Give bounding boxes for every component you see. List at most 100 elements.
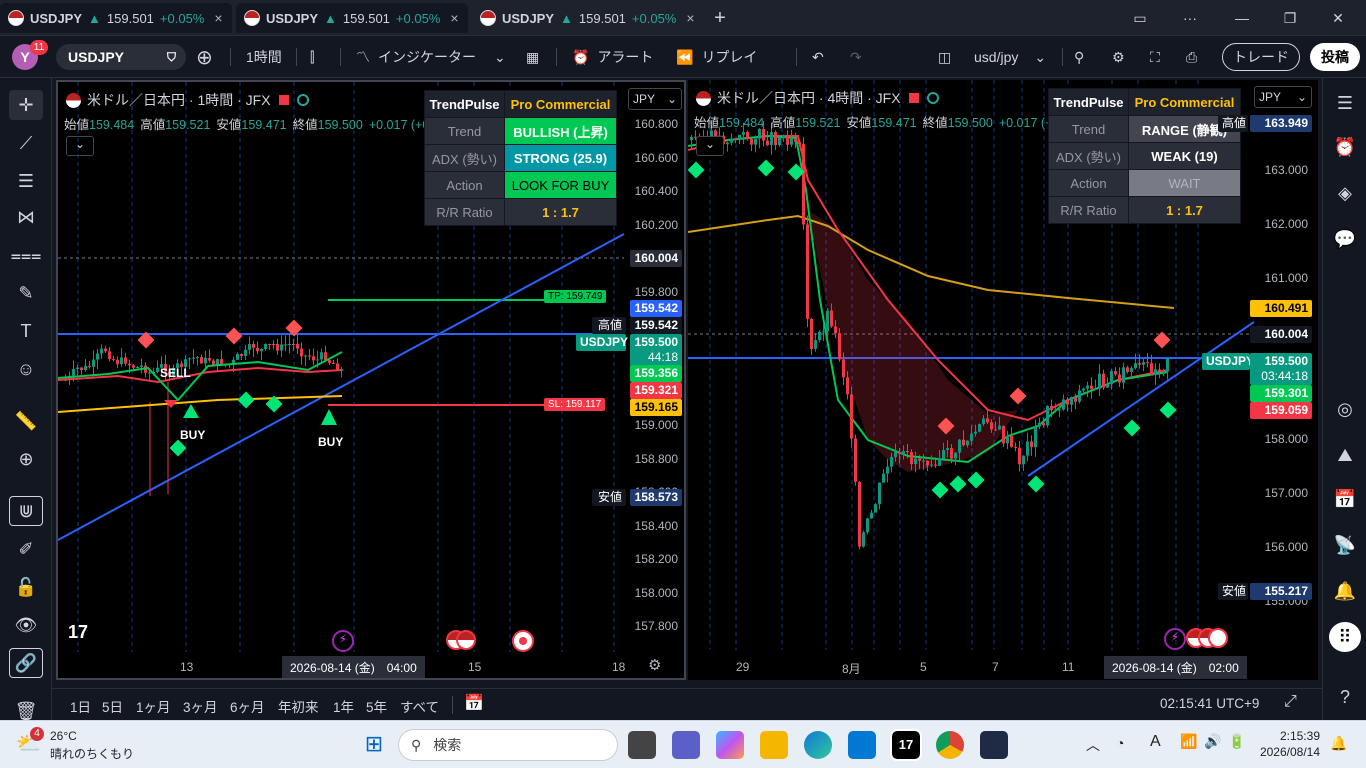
trade-button[interactable]: トレード [1222, 43, 1300, 71]
candle-type-icon[interactable]: ⫿ [310, 36, 314, 78]
taskbar-date[interactable]: 2026/08/14 [1254, 745, 1320, 759]
wifi-icon[interactable]: 📶 [1180, 733, 1197, 750]
camera-icon[interactable]: ⎙ [1186, 36, 1197, 78]
measure-icon[interactable]: 📏 [9, 406, 43, 436]
ruler-lines-icon[interactable]: ⩶ [9, 240, 43, 270]
axis-settings-icon[interactable]: ⚙ [648, 656, 661, 674]
tab-2[interactable]: USDJPY ▲ 159.501 +0.05% × [236, 3, 468, 33]
range-3m[interactable]: 3ヶ月 [183, 696, 218, 716]
taskbar-time[interactable]: 2:15:39 [1262, 729, 1320, 743]
interval-button[interactable]: 1時間 [246, 36, 282, 78]
help-icon[interactable]: ? [1329, 682, 1361, 712]
currency-select[interactable]: JPY ⌄ [1254, 86, 1312, 108]
lock-draw-icon[interactable]: ✐ [9, 534, 43, 564]
trendline-icon[interactable]: ⟋ [9, 128, 43, 158]
add-symbol-icon[interactable]: ⊕ [196, 36, 213, 78]
indicators-button[interactable]: 〽インジケーター ⌄ [356, 36, 506, 78]
expand-icon[interactable]: ⤢ [1284, 693, 1297, 711]
range-1y[interactable]: 1年 [333, 696, 354, 716]
battery-icon[interactable]: 🔋 [1228, 733, 1245, 750]
close-tab-icon[interactable]: × [686, 10, 694, 26]
edge-icon[interactable] [804, 731, 832, 759]
close-window-icon[interactable]: ✕ [1318, 0, 1358, 36]
date-range-icon[interactable]: 📅 [464, 693, 484, 713]
layout-name-button[interactable]: usd/jpy ⌄ [974, 36, 1046, 78]
app-icon[interactable] [980, 731, 1008, 759]
tray-chevron-icon[interactable]: ︿ [1086, 735, 1100, 755]
more-icon[interactable]: ··· [1170, 0, 1210, 36]
maximize-icon[interactable]: ❐ [1270, 0, 1310, 36]
apps-icon[interactable]: ⠿ [1329, 622, 1361, 652]
currency-select[interactable]: JPY ⌄ [628, 88, 682, 110]
utc-clock[interactable]: 02:15:41 UTC+9 [1160, 696, 1259, 711]
pattern-icon[interactable]: ⋈ [9, 202, 43, 232]
broadcast-icon[interactable]: 📡 [1329, 530, 1361, 560]
alerts-clock-icon[interactable]: ⏰ [1329, 132, 1361, 162]
teams-icon[interactable] [672, 731, 700, 759]
tradingview-app-icon[interactable]: 17 [890, 729, 922, 761]
lightning-event-icon[interactable]: ⚡ [332, 630, 354, 652]
replay-button[interactable]: ⏪ リプレイ [676, 36, 757, 78]
magnet-icon[interactable]: ⋓ [9, 496, 43, 526]
fib-icon[interactable]: ☰ [9, 166, 43, 196]
volume-icon[interactable]: 🔊 [1204, 733, 1221, 750]
settings-icon[interactable]: ⚙ [1112, 36, 1125, 78]
tray-network-icon[interactable]: ◔ [1116, 735, 1124, 751]
taskbar-search[interactable]: ⚲ 検索 [398, 729, 618, 761]
file-explorer-icon[interactable] [760, 731, 788, 759]
zoom-icon[interactable]: ⊕ [9, 444, 43, 474]
link-icon[interactable]: 🔗 [9, 648, 43, 678]
chat-icon[interactable]: 💬 [1329, 224, 1361, 254]
japan-event-icon[interactable] [512, 630, 534, 652]
collapse-legend-button[interactable]: ⌄ [696, 136, 724, 156]
lock-icon[interactable]: 🔓 [9, 572, 43, 602]
split-layout-icon[interactable]: ◫ [938, 36, 951, 78]
symbol-search[interactable]: USDJPY ⛉ [56, 44, 186, 70]
lightning-event-icon[interactable]: ⚡ [1164, 628, 1186, 650]
economic-event-icon[interactable] [1186, 628, 1230, 650]
compass-icon[interactable]: ◎ [1329, 394, 1361, 424]
eye-icon[interactable]: 👁 [9, 610, 43, 640]
alert-button[interactable]: ⏰ アラート [572, 36, 653, 78]
monitor-icon[interactable]: ▭ [1120, 0, 1160, 36]
tab-3[interactable]: USDJPY ▲ 159.501 +0.05% × [472, 3, 704, 33]
economic-event-icon[interactable] [446, 630, 478, 652]
layers-icon[interactable]: ◈ [1329, 178, 1361, 208]
store-icon[interactable] [848, 731, 876, 759]
range-ytd[interactable]: 年初来 [278, 696, 319, 716]
windows-start-icon[interactable]: ⊞ [360, 731, 388, 759]
tab-1[interactable]: USDJPY ▲ 159.501 +0.05% × [0, 3, 232, 33]
close-tab-icon[interactable]: × [214, 10, 222, 26]
close-tab-icon[interactable]: × [450, 10, 458, 26]
crosshair-icon[interactable]: ✛ [9, 90, 43, 120]
bell-icon[interactable]: 🔔 [1329, 576, 1361, 606]
range-5y[interactable]: 5年 [366, 696, 387, 716]
new-tab-icon[interactable]: + [700, 0, 740, 36]
redo-icon[interactable]: ↷ [850, 36, 862, 78]
calendar-icon[interactable]: 📅 [1329, 484, 1361, 514]
chart-pane-1h[interactable]: 米ドル／日本円 · 1時間 · JFX 始値159.484 高値159.521 安値… [56, 80, 686, 680]
brush-icon[interactable]: ✎ [9, 278, 43, 308]
emoji-icon[interactable]: ☺ [9, 354, 43, 384]
range-all[interactable]: すべて [400, 696, 439, 716]
range-6m[interactable]: 6ヶ月 [230, 696, 265, 716]
flag-marker-icon[interactable] [908, 93, 919, 103]
undo-icon[interactable]: ↶ [812, 36, 824, 78]
range-1m[interactable]: 1ヶ月 [136, 696, 171, 716]
collapse-legend-button[interactable]: ⌄ [66, 136, 94, 156]
fullscreen-icon[interactable]: ⛶ [1150, 36, 1160, 78]
quick-search-icon[interactable]: ⚲ [1074, 36, 1084, 78]
range-5d[interactable]: 5日 [102, 696, 123, 716]
chrome-icon[interactable] [936, 731, 964, 759]
layouts-icon[interactable]: ▦ [526, 36, 539, 78]
publish-button[interactable]: 投稿 [1310, 43, 1360, 71]
copilot-icon[interactable] [716, 731, 744, 759]
notification-bell-icon[interactable]: 🔔 [1330, 735, 1347, 752]
watchlist-icon[interactable]: ☰ [1329, 88, 1361, 118]
chart-pane-4h[interactable]: 米ドル／日本円 · 4時間 · JFX 始値159.484 高値159.521 安値… [688, 80, 1318, 680]
ideas-icon[interactable]: ⛰ [1329, 440, 1361, 470]
task-view-icon[interactable] [628, 731, 656, 759]
range-1d[interactable]: 1日 [70, 696, 91, 716]
minimize-icon[interactable]: — [1222, 0, 1262, 36]
flag-marker-icon[interactable] [278, 95, 289, 105]
